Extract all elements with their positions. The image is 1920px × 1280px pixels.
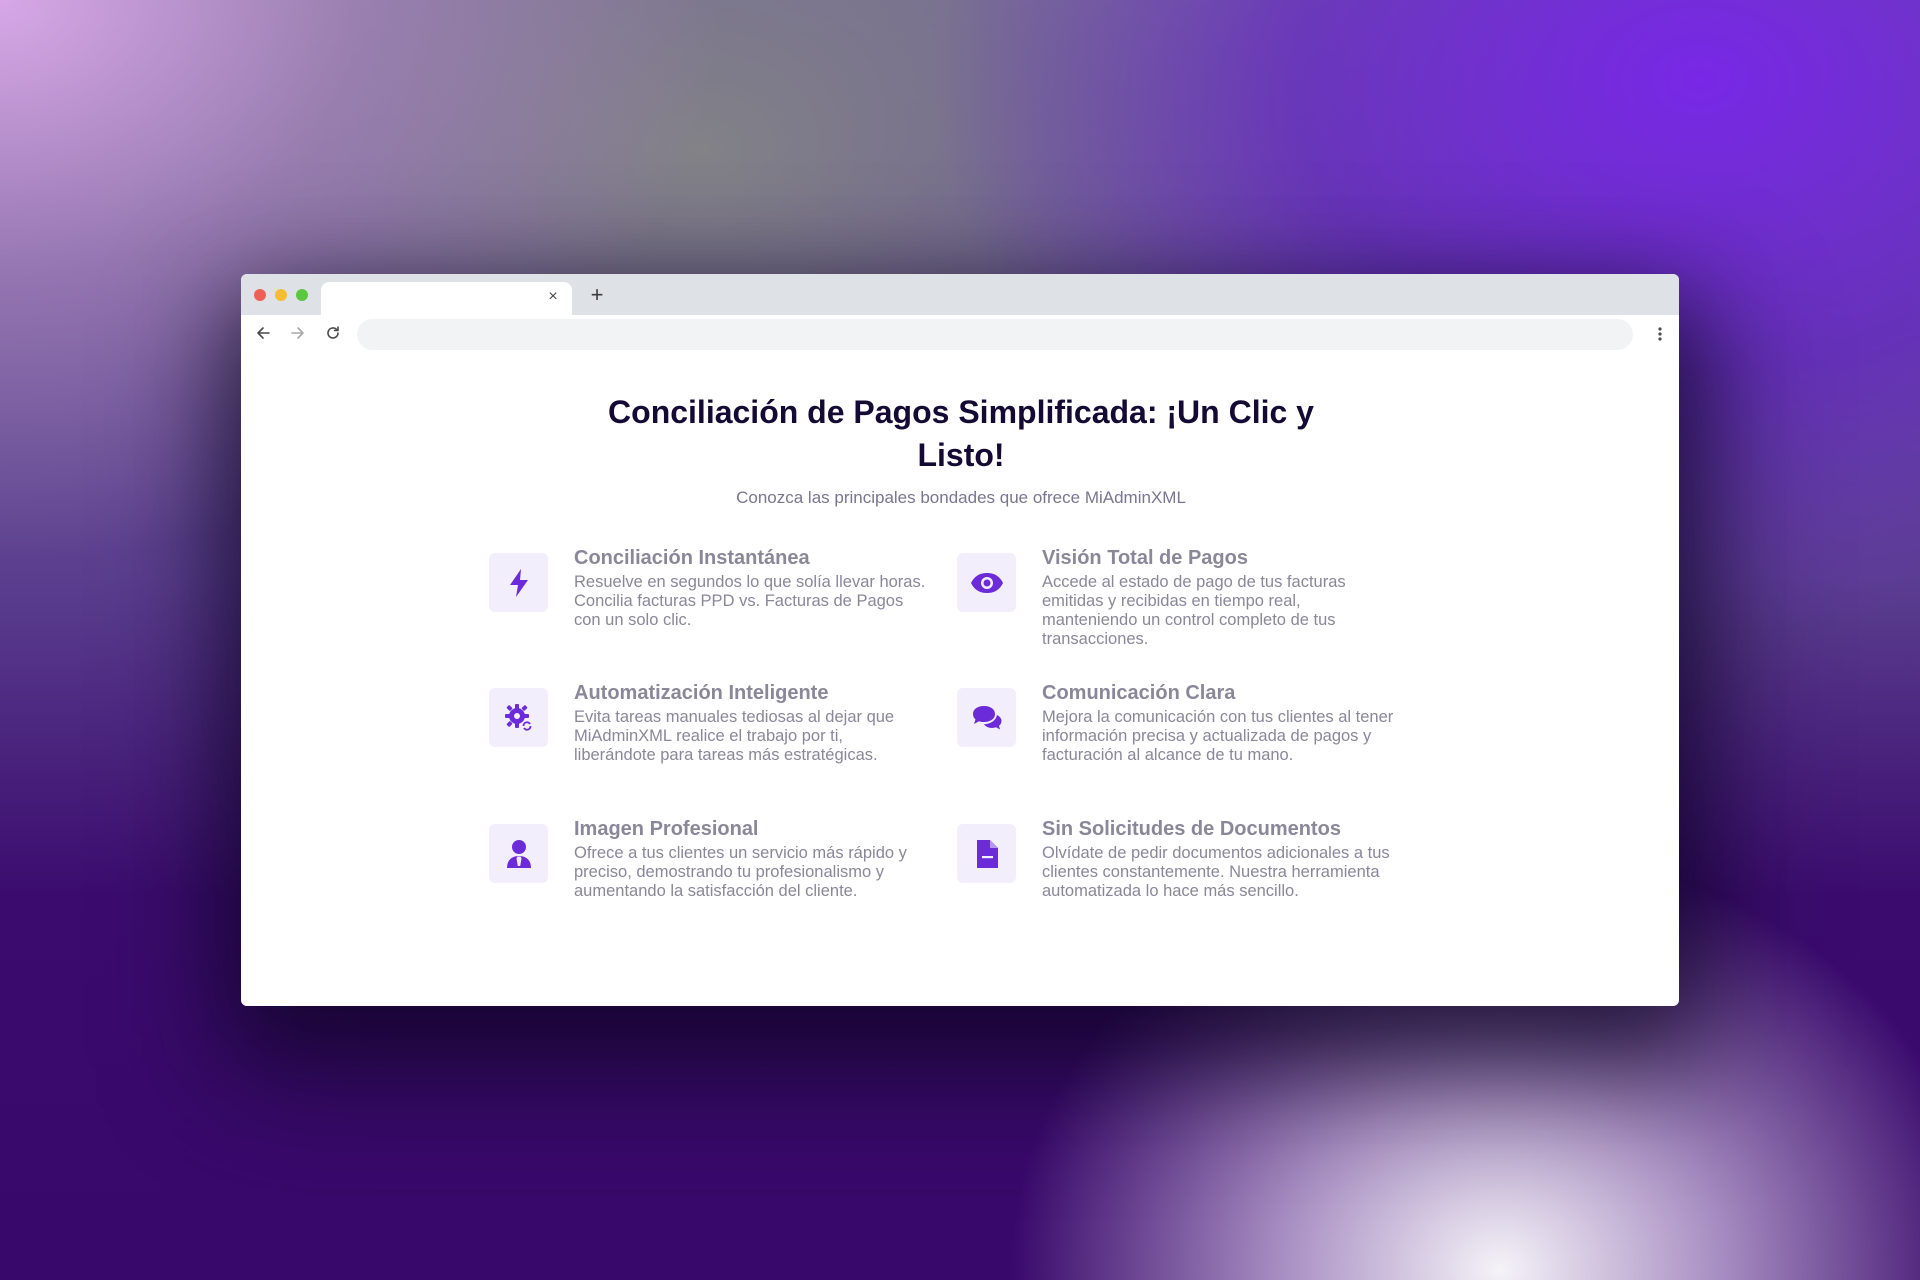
feature-description: Evita tareas manuales tediosas al dejar …	[574, 708, 895, 764]
address-bar[interactable]	[357, 319, 1633, 350]
feature-title: Comunicación Clara	[1042, 682, 1236, 704]
feature-title: Visión Total de Pagos	[1042, 547, 1248, 569]
chat-bubbles-icon	[957, 688, 1016, 747]
page-subtitle: Conozca las principales bondades que ofr…	[736, 488, 1186, 507]
kebab-menu-icon[interactable]	[1655, 322, 1665, 346]
forward-arrow-icon[interactable]	[286, 321, 310, 345]
feature-description: Resuelve en segundos lo que solía llevar…	[574, 573, 926, 629]
back-arrow-icon[interactable]	[251, 321, 275, 345]
gear-sync-icon	[489, 688, 548, 747]
reload-icon[interactable]	[321, 321, 345, 345]
user-tie-icon	[489, 824, 548, 883]
feature-description: Olvídate de pedir documentos adicionales…	[1042, 844, 1390, 900]
close-window-button[interactable]	[254, 289, 266, 301]
browser-tab[interactable]: ×	[321, 282, 572, 315]
feature-title: Imagen Profesional	[574, 818, 759, 840]
browser-window: × + Conciliación de Pagos Simplificada: …	[241, 274, 1679, 1006]
lightning-bolt-icon	[489, 553, 548, 612]
tab-close-icon[interactable]: ×	[544, 288, 562, 306]
feature-description: Ofrece a tus clientes un servicio más rá…	[574, 844, 907, 900]
feature-title: Conciliación Instantánea	[574, 547, 810, 569]
new-tab-button[interactable]: +	[584, 282, 610, 308]
document-icon	[957, 824, 1016, 883]
tab-bar: × +	[241, 274, 1679, 315]
browser-toolbar	[241, 315, 1679, 353]
eye-icon	[957, 553, 1016, 612]
feature-title: Automatización Inteligente	[574, 682, 829, 704]
minimize-window-button[interactable]	[275, 289, 287, 301]
feature-description: Mejora la comunicación con tus clientes …	[1042, 708, 1394, 764]
page-content: Conciliación de Pagos Simplificada: ¡Un …	[241, 353, 1679, 1006]
feature-title: Sin Solicitudes de Documentos	[1042, 818, 1341, 840]
maximize-window-button[interactable]	[296, 289, 308, 301]
page-title: Conciliación de Pagos Simplificada: ¡Un …	[608, 394, 1314, 473]
feature-description: Accede al estado de pago de tus facturas…	[1042, 573, 1346, 648]
